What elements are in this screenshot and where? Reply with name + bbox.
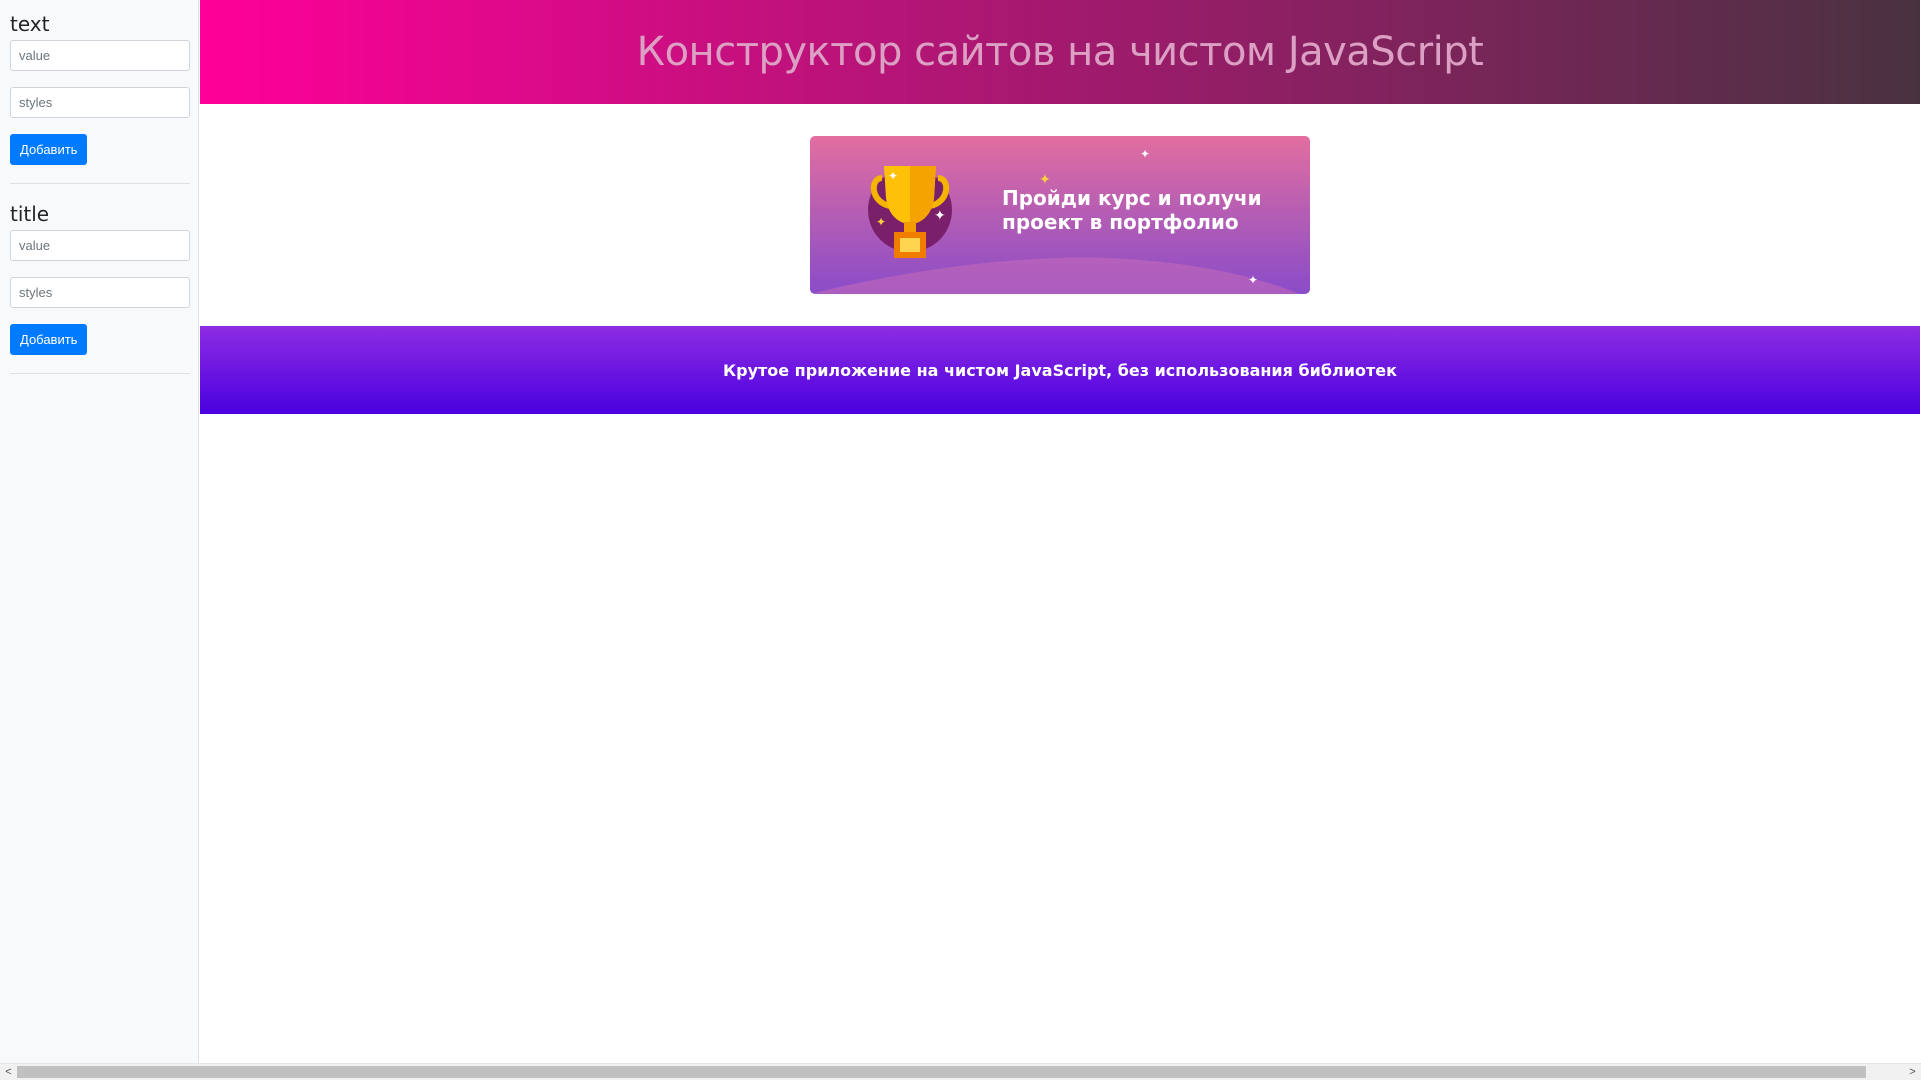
site-footer: Крутое приложение на чистом JavaScript, … — [200, 326, 1920, 414]
footer-text: Крутое приложение на чистом JavaScript, … — [723, 360, 1397, 380]
text-form-title: text — [10, 12, 50, 36]
trophy-icon: ✦ ✦ ✦ — [868, 166, 952, 258]
course-banner: ✦ ✦ ✦ ✦ ✦ ✦ Пройди курс и получи проект … — [810, 136, 1310, 294]
text-form: text Добавить — [10, 12, 190, 184]
site-preview: Конструктор сайтов на чистом JavaScript … — [200, 0, 1920, 1063]
svg-text:✦: ✦ — [876, 215, 886, 229]
svg-text:✦: ✦ — [934, 207, 946, 223]
image-block: ✦ ✦ ✦ ✦ ✦ ✦ Пройди курс и получи проект … — [200, 104, 1920, 326]
horizontal-scrollbar[interactable]: < > — [0, 1063, 1921, 1080]
scrollbar-thumb[interactable] — [17, 1066, 1866, 1078]
title-form: title Добавить — [10, 202, 190, 374]
sparkle-icon: ✦ — [1248, 273, 1259, 287]
title-add-button[interactable]: Добавить — [10, 324, 88, 355]
scroll-right-arrow-icon[interactable]: > — [1904, 1064, 1921, 1080]
text-styles-input[interactable] — [10, 87, 190, 118]
title-styles-input[interactable] — [10, 277, 190, 308]
title-value-input[interactable] — [10, 230, 190, 261]
banner-text: Пройди курс и получи проект в портфолио — [1002, 186, 1262, 234]
site-title: Конструктор сайтов на чистом JavaScript — [636, 29, 1484, 75]
sparkle-icon: ✦ — [1039, 171, 1051, 187]
sparkle-icon: ✦ — [1140, 147, 1151, 161]
text-value-input[interactable] — [10, 40, 190, 71]
text-add-button[interactable]: Добавить — [10, 134, 88, 165]
site-header: Конструктор сайтов на чистом JavaScript — [200, 0, 1920, 104]
app-window: text Добавить title Добавить Конструктор… — [0, 0, 1921, 1080]
scroll-left-arrow-icon[interactable]: < — [0, 1064, 17, 1080]
sidebar: text Добавить title Добавить — [0, 0, 199, 1063]
svg-text:✦: ✦ — [888, 169, 898, 183]
title-form-title: title — [10, 202, 50, 226]
